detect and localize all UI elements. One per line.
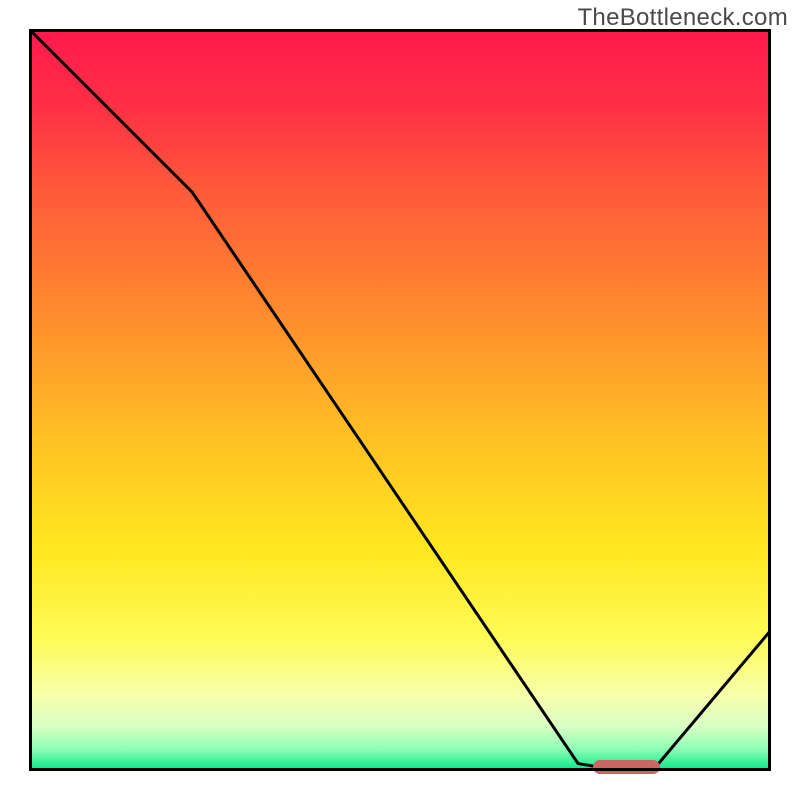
plot-area [29,29,771,771]
bottleneck-curve [29,29,771,771]
optimal-marker [593,760,660,774]
watermark-text: TheBottleneck.com [577,4,788,32]
chart-container: TheBottleneck.com [0,0,800,800]
